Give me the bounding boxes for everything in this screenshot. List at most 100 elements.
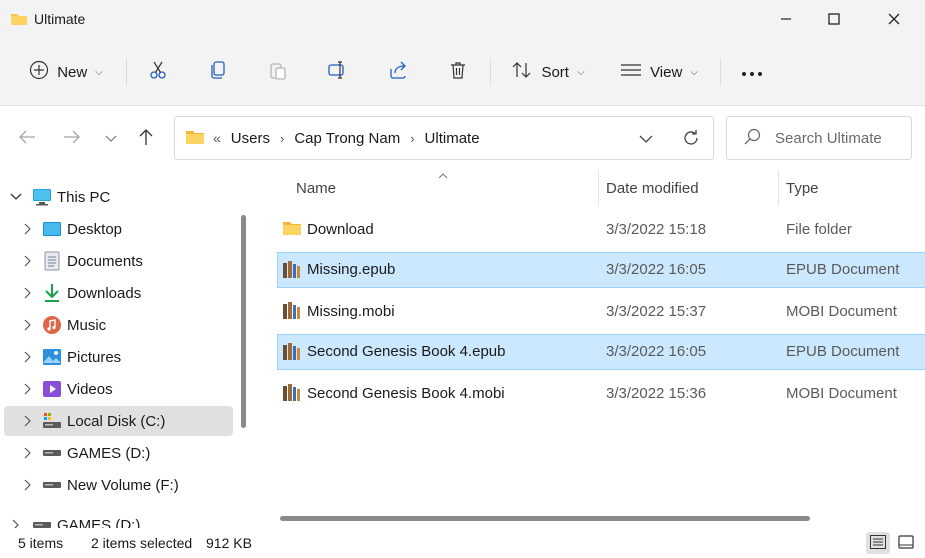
paste-button[interactable] — [260, 54, 296, 90]
forward-button[interactable] — [56, 122, 88, 154]
minimize-button[interactable] — [763, 0, 809, 40]
details-view-button[interactable] — [866, 532, 890, 554]
chevron-down-icon: ⌵ — [690, 66, 698, 78]
file-date: 3/3/2022 16:05 — [606, 261, 707, 278]
sidebar-item-pictures[interactable]: Pictures — [4, 342, 233, 372]
thumbnails-view-button[interactable] — [894, 532, 918, 554]
sidebar-item-games-d-network[interactable]: GAMES (D:) — [4, 510, 233, 528]
selection-count: 2 items selected — [91, 535, 193, 551]
sidebar-item-this-pc[interactable]: This PC — [4, 182, 233, 212]
sidebar-item-new-volume-f[interactable]: New Volume (F:) — [4, 470, 233, 500]
search-input[interactable]: Search Ultimate — [775, 130, 882, 147]
up-button[interactable] — [130, 122, 162, 154]
file-name: Download — [307, 221, 374, 238]
overflow-crumb[interactable]: « — [213, 130, 221, 146]
chevron-right-icon[interactable] — [20, 445, 36, 461]
ebook-icon — [282, 260, 302, 284]
delete-icon — [448, 60, 468, 84]
address-bar[interactable]: « Users › Cap Trong Nam › Ultimate — [174, 116, 714, 160]
address-dropdown-button[interactable] — [639, 131, 653, 147]
ebook-icon — [282, 342, 302, 366]
delete-button[interactable] — [440, 54, 476, 90]
sidebar-item-downloads[interactable]: Downloads — [4, 278, 233, 308]
column-divider[interactable] — [598, 170, 599, 206]
sort-icon — [511, 60, 533, 84]
refresh-button[interactable] — [681, 128, 701, 151]
breadcrumb-ultimate[interactable]: Ultimate — [425, 130, 480, 147]
back-button[interactable] — [11, 122, 43, 154]
chevron-down-icon — [105, 130, 117, 146]
refresh-icon — [681, 130, 701, 151]
chevron-right-icon[interactable] — [8, 517, 24, 528]
sidebar-item-label: GAMES (D:) — [67, 444, 151, 462]
file-row-missing-epub[interactable]: Missing.epub 3/3/2022 16:05 EPUB Documen… — [277, 252, 925, 288]
file-name: Second Genesis Book 4.mobi — [307, 385, 505, 402]
breadcrumb-users[interactable]: Users — [231, 130, 270, 147]
chevron-right-icon[interactable] — [20, 381, 36, 397]
recent-locations-button[interactable] — [95, 122, 127, 154]
horizontal-scrollbar[interactable] — [280, 516, 810, 521]
file-date: 3/3/2022 15:18 — [606, 221, 707, 238]
search-box[interactable]: Search Ultimate — [726, 116, 912, 160]
sidebar-item-desktop[interactable]: Desktop — [4, 214, 233, 244]
new-button[interactable]: New ⌵ — [20, 54, 112, 90]
sidebar-item-label: Local Disk (C:) — [67, 412, 166, 430]
breadcrumb-user[interactable]: Cap Trong Nam — [294, 130, 400, 147]
file-name: Missing.epub — [307, 261, 396, 278]
chevron-right-icon[interactable] — [20, 221, 36, 237]
column-header-type[interactable]: Type — [786, 180, 819, 197]
file-row-missing-mobi[interactable]: Missing.mobi 3/3/2022 15:37 MOBI Documen… — [277, 294, 925, 330]
chevron-right-icon[interactable] — [20, 477, 36, 493]
file-row-download[interactable]: Download 3/3/2022 15:18 File folder — [277, 212, 925, 248]
share-icon — [388, 60, 408, 84]
sidebar-item-videos[interactable]: Videos — [4, 374, 233, 404]
sidebar-scrollbar[interactable] — [241, 215, 246, 428]
sidebar-item-local-disk-c[interactable]: Local Disk (C:) — [4, 406, 233, 436]
sidebar-item-label: New Volume (F:) — [67, 476, 179, 494]
column-divider[interactable] — [778, 170, 779, 206]
chevron-down-icon[interactable] — [8, 189, 24, 205]
column-header-name[interactable]: Name — [296, 180, 336, 197]
ebook-icon — [282, 301, 302, 325]
file-row-second-genesis-epub[interactable]: Second Genesis Book 4.epub 3/3/2022 16:0… — [277, 334, 925, 370]
search-icon — [743, 128, 761, 149]
chevron-right-icon[interactable] — [20, 413, 36, 429]
sort-button[interactable]: Sort ⌵ — [504, 54, 592, 90]
sidebar-item-label: Pictures — [67, 348, 122, 366]
file-date: 3/3/2022 16:05 — [606, 343, 707, 360]
sidebar-item-documents[interactable]: Documents — [4, 246, 233, 276]
more-button[interactable] — [734, 54, 770, 90]
file-type: MOBI Document — [786, 385, 897, 402]
status-bar: 5 items 2 items selected 912 KB — [0, 528, 925, 558]
rename-button[interactable] — [320, 54, 356, 90]
close-button[interactable] — [871, 0, 917, 40]
breadcrumb-separator: › — [410, 130, 415, 146]
view-button[interactable]: View ⌵ — [612, 54, 706, 90]
folder-icon — [185, 129, 205, 148]
sidebar-item-music[interactable]: Music — [4, 310, 233, 340]
share-button[interactable] — [380, 54, 416, 90]
chevron-right-icon[interactable] — [20, 349, 36, 365]
sort-ascending-icon — [438, 170, 448, 182]
chevron-down-icon — [639, 131, 653, 147]
copy-button[interactable] — [200, 54, 236, 90]
chevron-down-icon: ⌵ — [576, 66, 585, 78]
plus-icon — [29, 60, 49, 84]
cut-button[interactable] — [140, 54, 176, 90]
folder-icon — [282, 220, 302, 240]
chevron-right-icon[interactable] — [20, 285, 36, 301]
file-type: MOBI Document — [786, 303, 897, 320]
maximize-button[interactable] — [811, 0, 857, 40]
file-date: 3/3/2022 15:36 — [606, 385, 707, 402]
close-icon — [888, 12, 900, 28]
chevron-right-icon[interactable] — [20, 253, 36, 269]
downloads-icon — [42, 283, 62, 303]
chevron-right-icon[interactable] — [20, 317, 36, 333]
sidebar-item-label: Videos — [67, 380, 113, 398]
file-row-second-genesis-mobi[interactable]: Second Genesis Book 4.mobi 3/3/2022 15:3… — [277, 376, 925, 412]
sidebar-item-games-d[interactable]: GAMES (D:) — [4, 438, 233, 468]
toolbar-divider — [720, 58, 721, 86]
copy-icon — [208, 60, 228, 84]
file-type: File folder — [786, 221, 852, 238]
column-header-date[interactable]: Date modified — [606, 180, 699, 197]
